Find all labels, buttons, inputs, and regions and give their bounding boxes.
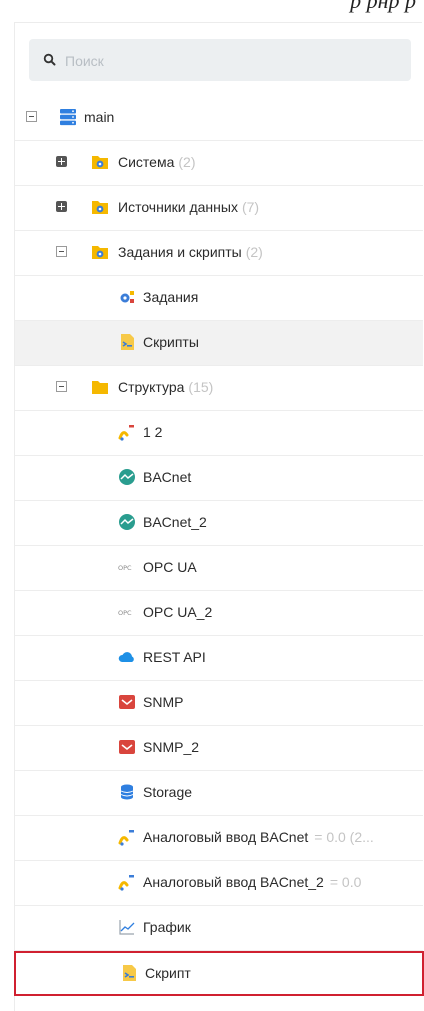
opc-icon: OPC [118, 564, 132, 572]
tree-node-label: main [84, 109, 115, 125]
database-icon [120, 784, 134, 800]
tree-node-snmp-2[interactable]: SNMP_2 [15, 726, 423, 771]
folder-gear-icon [92, 156, 108, 169]
tree-node-label: REST API [143, 649, 206, 665]
search-icon [43, 53, 56, 66]
tree-node-label: Задания и скрипты [118, 244, 242, 260]
collapse-toggle[interactable] [56, 381, 67, 392]
tree-node-zadaniya[interactable]: Задания [15, 276, 423, 321]
tree-node-label: BACnet [143, 469, 192, 485]
folder-gear-icon [92, 246, 108, 259]
tree-node-grafik[interactable]: График [15, 906, 423, 951]
gears-icon [120, 291, 134, 303]
tree-node-label: График [143, 919, 191, 935]
expand-toggle[interactable] [56, 201, 67, 212]
tree-node-label: SNMP_2 [143, 739, 200, 755]
tree-node-rest-api[interactable]: REST API [15, 636, 423, 681]
tree-node-skript[interactable]: Скрипт [14, 951, 424, 996]
analog-input-icon [118, 875, 134, 891]
analog-input-icon [118, 425, 134, 441]
bacnet-icon [119, 514, 135, 530]
snmp-icon [119, 695, 135, 709]
tree-node-opc-ua[interactable]: OPC OPC UA [15, 546, 423, 591]
tree-node-opc-ua-2[interactable]: OPC OPC UA_2 [15, 591, 423, 636]
search-box[interactable] [29, 39, 411, 81]
caption-text: р рнр р [350, 0, 416, 13]
tree-node-label: Скрипт [145, 965, 191, 981]
tree-node-label: OPC UA [143, 559, 197, 575]
tree-node-struktura[interactable]: Структура (15) [15, 366, 423, 411]
script-icon [121, 334, 134, 350]
chart-icon [119, 920, 135, 935]
tree-node-label: Аналоговый ввод BACnet [143, 829, 309, 845]
tree-node-bacnet[interactable]: BACnet [15, 456, 423, 501]
tree-panel: main Система(2) Источники данных(7) Зада [14, 22, 424, 1011]
node-value: = 0.0 [329, 874, 362, 890]
node-value: = 0.0 (2... [314, 829, 374, 845]
folder-gear-icon [92, 201, 108, 214]
tree-node-label: Структура [118, 379, 185, 395]
tree-node-analog-input-bacnet[interactable]: Аналоговый ввод BACnet = 0.0 (2... [15, 816, 423, 861]
tree-node-label: Система [118, 154, 175, 170]
snmp-icon [119, 740, 135, 754]
tree-node-main[interactable]: main [15, 96, 423, 141]
database-icon [60, 109, 76, 126]
tree-node-zadaniya-i-skripty[interactable]: Задания и скрипты (2) [15, 231, 423, 276]
tree-node-bacnet-2[interactable]: BACnet_2 [15, 501, 423, 546]
tree-node-istochniki-dannyh[interactable]: Источники данных (7) [15, 186, 423, 231]
tree-node-snmp[interactable]: SNMP [15, 681, 423, 726]
tree-node-label: Storage [143, 784, 193, 800]
opc-icon: OPC [118, 609, 132, 617]
svg-text:OPC: OPC [118, 564, 132, 572]
search-input[interactable] [63, 47, 397, 75]
child-count: (15) [188, 379, 214, 395]
tree-node-label: Источники данных [118, 199, 238, 215]
tree-node-storage[interactable]: Storage [15, 771, 423, 816]
top-caption: р рнр р [0, 0, 424, 22]
script-icon [123, 965, 136, 981]
child-count: (2) [245, 244, 263, 260]
tree-node-1-2[interactable]: 1 2 [15, 411, 423, 456]
tree-node-label: SNMP [143, 694, 184, 710]
tree-node-label: 1 2 [143, 424, 163, 440]
tree-node-skripty[interactable]: Скрипты [15, 321, 423, 366]
cloud-icon [118, 652, 134, 662]
tree-node-label: BACnet_2 [143, 514, 207, 530]
tree-node-sistema[interactable]: Система (2) [15, 141, 423, 186]
collapse-toggle[interactable] [26, 111, 37, 122]
tree-node-analog-input-bacnet-2[interactable]: Аналоговый ввод BACnet_2 = 0.0 [15, 861, 423, 906]
child-count: (2) [178, 154, 196, 170]
analog-input-icon [118, 830, 134, 846]
tree-node-label: Скрипты [143, 334, 199, 350]
svg-text:OPC: OPC [118, 609, 132, 617]
tree-node-label: OPC UA_2 [143, 604, 213, 620]
folder-icon [92, 381, 108, 394]
tree-node-label: Задания [143, 289, 199, 305]
tree-node-label: Аналоговый ввод BACnet_2 [143, 874, 324, 890]
collapse-toggle[interactable] [56, 246, 67, 257]
bacnet-icon [119, 469, 135, 485]
child-count: (7) [241, 199, 260, 215]
expand-toggle[interactable] [56, 156, 67, 167]
